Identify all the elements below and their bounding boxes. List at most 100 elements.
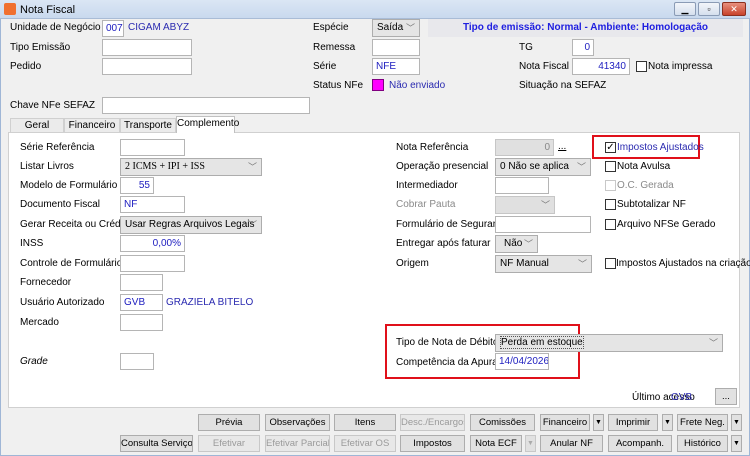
arquivo-nfse-checkbox[interactable] [605, 219, 616, 230]
imprimir-dropdown-arrow-icon[interactable]: ▼ [662, 414, 673, 431]
impostos-button[interactable]: Impostos [400, 435, 465, 452]
impostos-criacao-label: Impostos Ajustados na criação [616, 258, 750, 269]
intermediador-input[interactable] [495, 177, 549, 194]
documento-fiscal-input[interactable]: NF [120, 196, 185, 213]
impostos-criacao-checkbox[interactable] [605, 258, 616, 269]
comissoes-button[interactable]: Comissões [470, 414, 535, 431]
operacao-select[interactable]: 0 Não se aplica ﹀ [495, 158, 591, 176]
tab-transporte[interactable]: Transporte [120, 118, 176, 133]
mercado-input[interactable] [120, 314, 163, 331]
frete-neg-button[interactable]: Frete Neg. [677, 414, 728, 431]
oc-gerada-label: O.C. Gerada [617, 180, 674, 191]
tipo-emissao-input[interactable] [102, 39, 192, 56]
efetivar-parcial-button[interactable]: Efetivar Parcial [265, 435, 330, 452]
remessa-input[interactable] [372, 39, 420, 56]
tg-label: TG [519, 42, 533, 53]
listar-livros-select[interactable]: 2 ICMS + IPI + ISS ﹀ [120, 158, 262, 176]
formulario-seg-input[interactable] [495, 216, 591, 233]
origem-select[interactable]: NF Manual ﹀ [495, 255, 592, 273]
observacoes-button[interactable]: Observações [265, 414, 330, 431]
entregar-value: Não [504, 238, 523, 249]
maximize-button[interactable]: ▫ [698, 2, 720, 16]
pedido-label: Pedido [10, 61, 42, 72]
nota-ref-lookup-button[interactable]: ... [558, 141, 566, 153]
impostos-ajustados-checkbox[interactable]: ✓ [605, 142, 616, 153]
oc-gerada-checkbox[interactable] [605, 180, 616, 191]
formulario-seg-label: Formulário de Segurança [396, 219, 509, 230]
environment-banner: Tipo de emissão: Normal - Ambiente: Homo… [428, 19, 743, 37]
especie-select[interactable]: Saída ﹀ [372, 19, 420, 37]
tg-input[interactable]: 0 [572, 39, 594, 56]
nota-avulsa-label: Nota Avulsa [617, 161, 671, 172]
competencia-input[interactable]: 14/04/2026 [495, 353, 549, 370]
complemento-panel [8, 132, 740, 408]
gerar-receita-value: Usar Regras Arquivos Legais [125, 219, 255, 230]
gerar-receita-label: Gerar Receita ou Crédito [20, 219, 132, 230]
controle-label: Controle de Formulário [20, 258, 123, 269]
serie-ref-input[interactable] [120, 139, 185, 156]
chevron-down-icon: ﹀ [523, 239, 533, 249]
chave-input[interactable] [102, 97, 310, 114]
grade-input[interactable] [120, 353, 154, 370]
entregar-select[interactable]: Não ﹀ [495, 235, 538, 253]
tipo-debito-label: Tipo de Nota de Débito [396, 337, 499, 348]
usuario-input[interactable]: GVB [120, 294, 163, 311]
itens-button[interactable]: Itens [334, 414, 396, 431]
nota-fiscal-input[interactable]: 41340 [572, 58, 630, 75]
tab-financeiro[interactable]: Financeiro [64, 118, 120, 133]
impostos-ajustados-label: Impostos Ajustados [617, 142, 704, 153]
close-button[interactable]: ✕ [722, 2, 746, 16]
nota-fiscal-label: Nota Fiscal [519, 61, 570, 72]
unidade-label: Unidade de Negócio [10, 22, 101, 33]
modelo-label: Modelo de Formulário [20, 180, 118, 191]
chevron-down-icon: ﹀ [577, 259, 587, 269]
nota-avulsa-checkbox[interactable] [605, 161, 616, 172]
pedido-input[interactable] [102, 58, 192, 75]
frete-dropdown-arrow-icon[interactable]: ▼ [731, 414, 742, 431]
fornecedor-input[interactable] [120, 274, 163, 291]
listar-livros-value: 2 ICMS + IPI + ISS [125, 161, 205, 172]
gerar-receita-select[interactable]: Usar Regras Arquivos Legais ﹀ [120, 216, 262, 234]
nota-impressa-label: Nota impressa [648, 61, 713, 72]
efetivar-button[interactable]: Efetivar [198, 435, 260, 452]
controle-input[interactable] [120, 255, 185, 272]
tipo-emissao-label: Tipo Emissão [10, 42, 71, 53]
consulta-servicos-button[interactable]: Consulta Serviços [120, 435, 193, 452]
arquivo-nfse-label: Arquivo NFSe Gerado [617, 219, 716, 230]
inss-input[interactable]: 0,00% [120, 235, 185, 252]
documento-fiscal-label: Documento Fiscal [20, 199, 101, 210]
previa-button[interactable]: Prévia [198, 414, 260, 431]
modelo-input[interactable]: 55 [120, 177, 154, 194]
efetivar-os-button[interactable]: Efetivar OS [334, 435, 396, 452]
serie-input[interactable]: NFE [372, 58, 420, 75]
desc-encargos-button[interactable]: Desc./Encargos [400, 414, 465, 431]
acompanh-button[interactable]: Acompanh. [608, 435, 672, 452]
nota-ref-input[interactable]: 0 [495, 139, 554, 156]
anular-nf-button[interactable]: Anular NF [540, 435, 603, 452]
nota-impressa-checkbox[interactable] [636, 61, 647, 72]
cobrar-pauta-select[interactable]: ﹀ [495, 196, 555, 214]
listar-livros-label: Listar Livros [20, 161, 74, 172]
financeiro-dropdown-arrow-icon[interactable]: ▼ [593, 414, 604, 431]
subtotalizar-label: Subtotalizar NF [617, 199, 686, 210]
unidade-code-input[interactable]: 007 [102, 20, 124, 37]
chevron-down-icon: ﹀ [576, 162, 586, 172]
nota-ecf-button[interactable]: Nota ECF [470, 435, 522, 452]
nota-ecf-dropdown-arrow-icon[interactable]: ▼ [525, 435, 536, 452]
subtotalizar-checkbox[interactable] [605, 199, 616, 210]
tab-geral[interactable]: Geral [10, 118, 64, 133]
minimize-button[interactable]: ▁ [674, 2, 696, 16]
origem-value: NF Manual [500, 258, 549, 269]
financeiro-button[interactable]: Financeiro [540, 414, 590, 431]
chevron-down-icon: ﹀ [247, 220, 257, 230]
tipo-debito-select[interactable]: Perda em estoque ﹀ [495, 334, 723, 352]
status-value: Não enviado [389, 80, 446, 91]
remessa-label: Remessa [313, 42, 356, 53]
imprimir-button[interactable]: Imprimir [608, 414, 658, 431]
historico-button[interactable]: Histórico [677, 435, 728, 452]
tab-complemento[interactable]: Complemento [176, 116, 239, 133]
historico-dropdown-arrow-icon[interactable]: ▼ [731, 435, 742, 452]
chevron-down-icon: ﹀ [247, 162, 257, 172]
intermediador-label: Intermediador [396, 180, 458, 191]
ultimo-acesso-button[interactable]: ... [715, 388, 737, 405]
